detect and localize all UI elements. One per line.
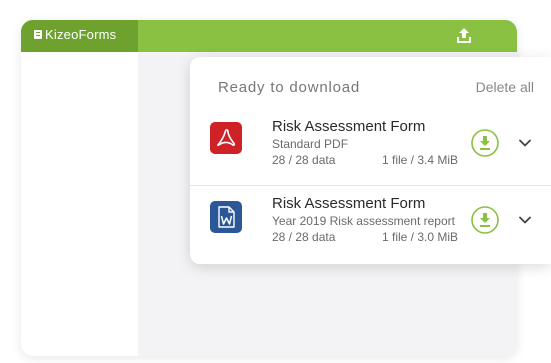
- export-format: Year 2019 Risk assessment report: [272, 214, 455, 228]
- logo-icon: [34, 30, 42, 39]
- upload-icon: [457, 28, 471, 43]
- chevron-down-icon: [519, 139, 531, 147]
- expand-button[interactable]: [518, 136, 532, 150]
- chevron-down-icon: [519, 216, 531, 224]
- form-name: Risk Assessment Form: [272, 195, 426, 212]
- file-info: 1 file / 3.4 MiB: [382, 153, 459, 167]
- brand-name: KizeoForms: [45, 27, 117, 42]
- download-button[interactable]: [470, 128, 500, 158]
- brand-cell: KizeoForms: [21, 20, 138, 52]
- form-name: Risk Assessment Form: [272, 118, 426, 135]
- delete-all-button[interactable]: Delete all: [476, 79, 534, 95]
- download-button[interactable]: [470, 205, 500, 235]
- download-item: Risk Assessment Form Year 2019 Risk asse…: [190, 185, 551, 262]
- download-icon: [471, 129, 499, 157]
- download-item: Risk Assessment Form Standard PDF 28 / 2…: [190, 109, 551, 185]
- brand-logo[interactable]: KizeoForms: [34, 27, 116, 42]
- data-count: 28 / 28 data: [272, 153, 336, 167]
- pdf-file-icon: [210, 122, 242, 154]
- data-count: 28 / 28 data: [272, 230, 336, 244]
- download-icon: [471, 206, 499, 234]
- panel-title: Ready to download: [218, 79, 361, 96]
- sidebar: [21, 52, 138, 356]
- top-bar: KizeoForms: [21, 20, 517, 52]
- download-panel: Ready to download Delete all Risk Assess…: [190, 57, 551, 264]
- word-file-icon: [210, 201, 242, 233]
- expand-button[interactable]: [518, 213, 532, 227]
- file-info: 1 file / 3.0 MiB: [382, 230, 459, 244]
- export-format: Standard PDF: [272, 137, 349, 151]
- upload-button[interactable]: [453, 26, 475, 46]
